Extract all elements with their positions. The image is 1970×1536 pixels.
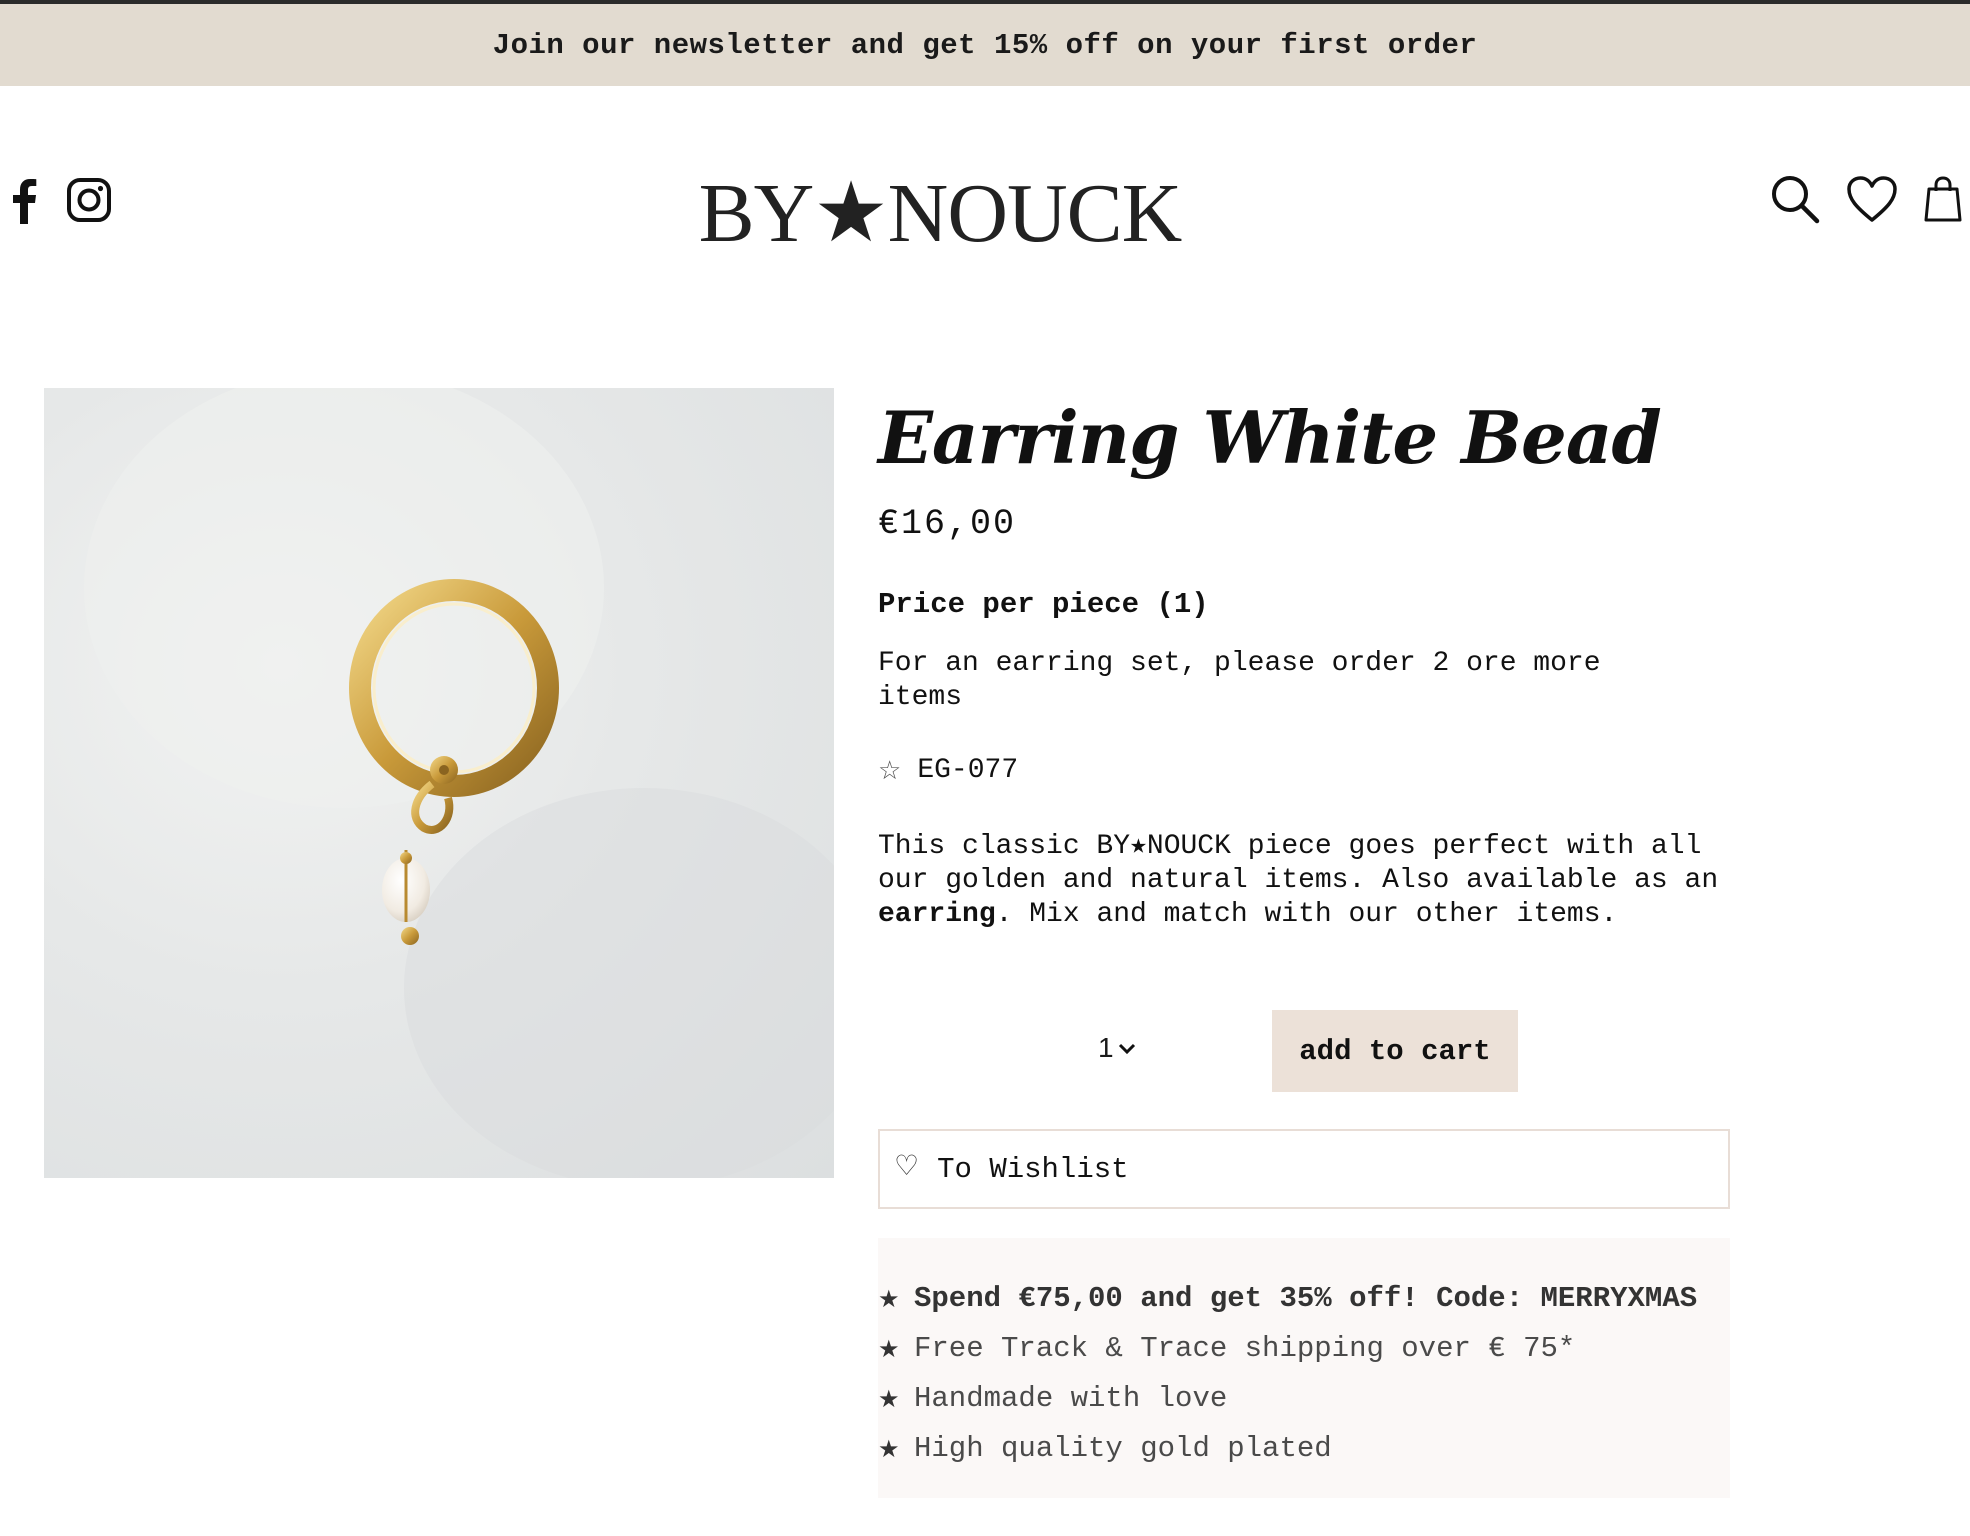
perks-box: ★ Spend €75,00 and get 35% off! Code: ME… [878,1238,1730,1498]
earring-link[interactable]: earring [878,899,996,930]
heart-icon[interactable] [1846,175,1898,228]
perk-item: ★ Spend €75,00 and get 35% off! Code: ME… [878,1274,1730,1324]
star-icon: ★ [878,1335,900,1363]
wishlist-label: To Wishlist [937,1152,1129,1186]
perk-item: ★ High quality gold plated [878,1424,1730,1474]
perk-text: Handmade with love [914,1382,1228,1415]
chevron-down-icon [1118,1043,1135,1055]
perk-text: Spend €75,00 and get 35% off! Code: MERR… [914,1282,1698,1315]
add-to-cart-button[interactable]: add to cart [1272,1010,1518,1092]
star-icon: ★ [878,1385,900,1413]
search-icon[interactable] [1770,174,1820,229]
product-details: Earring White Bead €16,00 Price per piec… [878,388,1730,932]
brand-logo-text[interactable]: BY★NOUCK [699,163,1183,262]
price-per-piece: Price per piece (1) [878,588,1209,621]
earring-set-note: For an earring set, please order 2 ore m… [878,648,1601,713]
product-sku: ☆ EG-077 [878,755,1730,786]
heart-outline-icon: ♡ [894,1148,920,1182]
quantity-value[interactable]: 1 [1098,1032,1114,1064]
header-actions [1770,174,1962,229]
perk-text: High quality gold plated [914,1432,1332,1465]
perk-item: ★ Handmade with love [878,1374,1730,1424]
facebook-icon[interactable] [10,176,38,229]
sku-code: EG-077 [917,755,1019,786]
quantity-select[interactable]: 1 [1098,1032,1136,1064]
description-text-1: This classic BY★NOUCK piece goes perfect… [878,831,1719,896]
social-links [10,176,112,229]
perk-text: Free Track & Trace shipping over € 75* [914,1332,1576,1365]
star-icon: ★ [878,1285,900,1313]
shopping-bag-icon[interactable] [1924,175,1962,228]
star-outline-icon: ☆ [878,755,902,786]
product-image[interactable] [44,388,834,1178]
instagram-icon[interactable] [66,177,112,228]
star-icon: ★ [878,1435,900,1463]
earring-illustration [84,388,834,1178]
newsletter-banner[interactable]: Join our newsletter and get 15% off on y… [0,4,1970,86]
site-header: BY★NOUCK [0,86,1970,336]
perk-item: ★ Free Track & Trace shipping over € 75* [878,1324,1730,1374]
brand-logo[interactable]: BY★NOUCK [690,162,1190,262]
description-text-2: . Mix and match with our other items. [995,899,1618,930]
add-to-wishlist-button[interactable]: ♡ To Wishlist [878,1129,1730,1209]
newsletter-banner-text[interactable]: Join our newsletter and get 15% off on y… [493,29,1478,62]
product-price: €16,00 [878,504,1017,544]
product-description: This classic BY★NOUCK piece goes perfect… [878,830,1730,932]
product-title: Earring White Bead [878,395,1662,480]
cart-row: 1 add to cart [878,1010,1730,1092]
